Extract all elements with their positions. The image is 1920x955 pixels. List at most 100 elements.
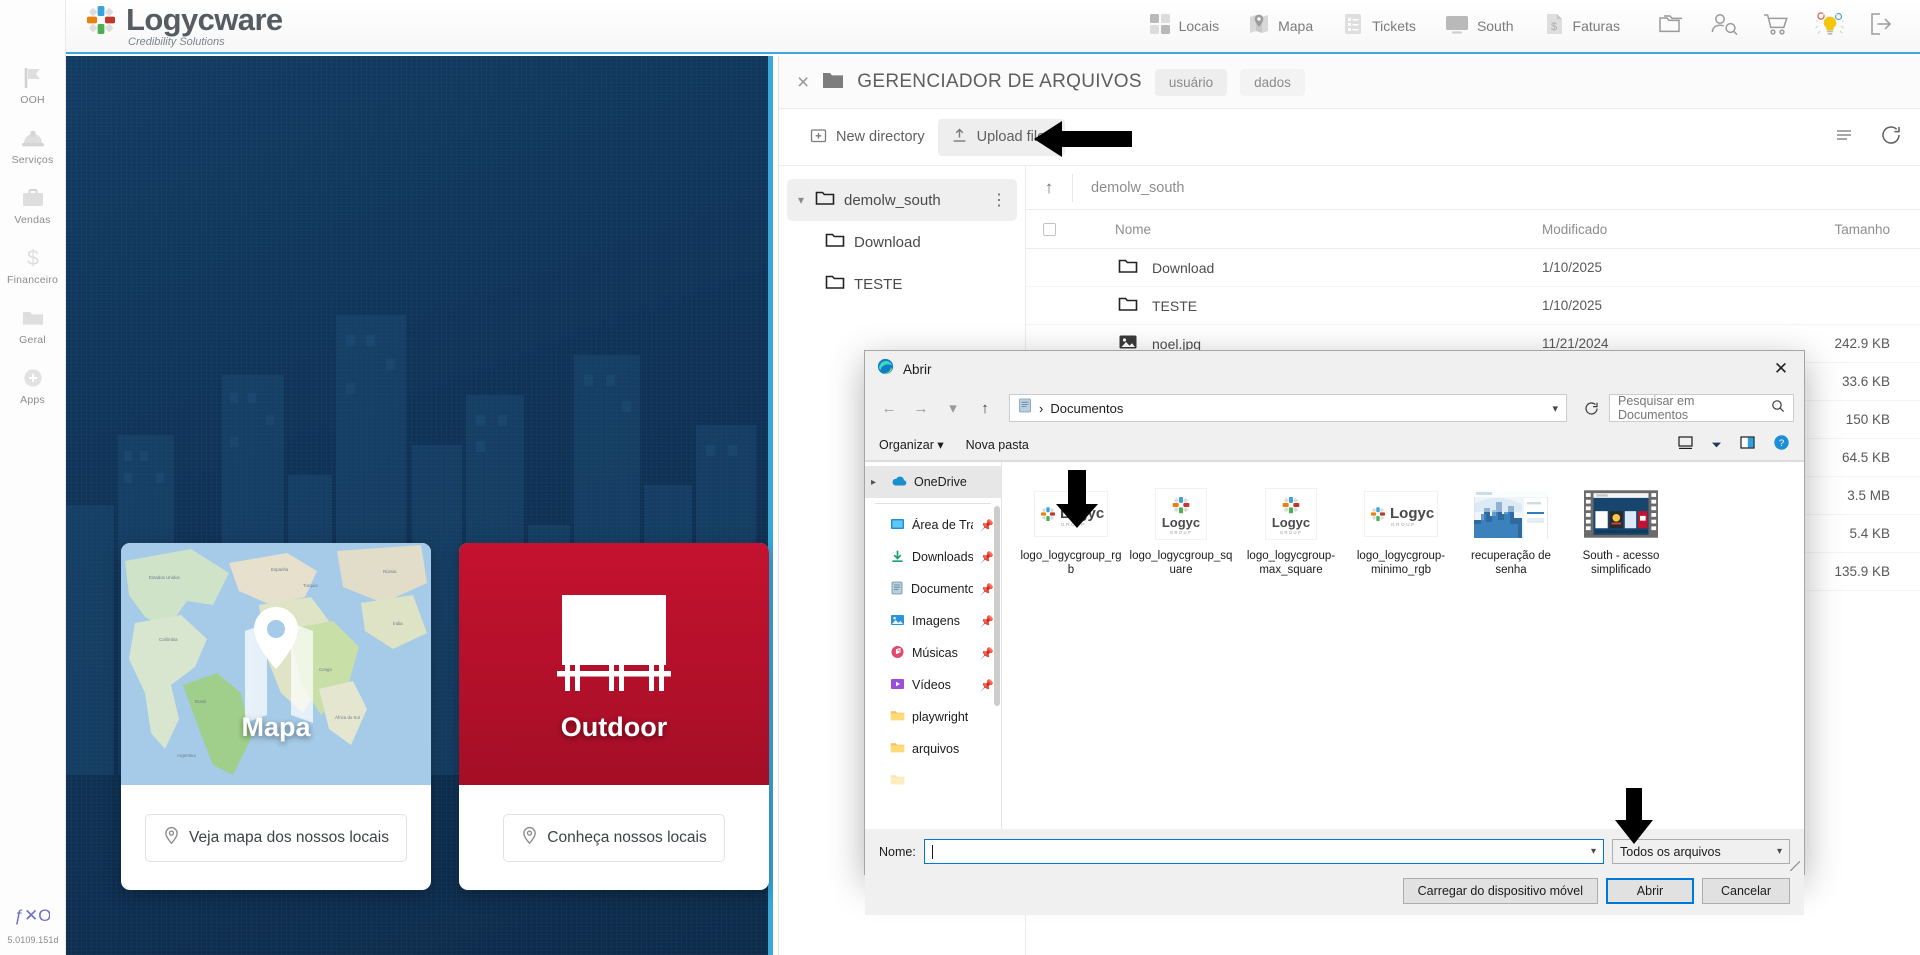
new-directory-button[interactable]: New directory [797, 119, 938, 156]
sidebar-item-servicos[interactable]: Serviços [0, 115, 66, 175]
help-icon[interactable]: ? [1773, 434, 1790, 456]
file-tile-logo-square[interactable]: Logyc GROUP logo_logycgroup_square [1126, 480, 1236, 584]
more-options-icon[interactable]: ⋮ [991, 190, 1007, 210]
download-arrow-icon [890, 549, 905, 566]
sidebar-item-geral[interactable]: Geral [0, 295, 66, 355]
preview-pane-icon[interactable] [1739, 435, 1756, 455]
fxo-logo-icon: ƒ✕Ο [15, 903, 52, 932]
nav-item-locais[interactable]: Locais [1134, 1, 1233, 51]
svg-text:GROUP: GROUP [1280, 530, 1302, 535]
parent-directory-icon[interactable]: ↑ [1026, 178, 1072, 198]
chevron-down-icon[interactable] [1711, 436, 1722, 454]
select-all-checkbox[interactable] [1026, 222, 1072, 236]
mobile-upload-button[interactable]: Carregar do dispositivo móvel [1402, 878, 1598, 904]
refresh-icon[interactable] [1880, 124, 1902, 151]
dialog-command-bar: Organizar ▾ Nova pasta ? [865, 429, 1804, 461]
column-header-name[interactable]: Nome [1072, 222, 1542, 237]
svg-text:Índia: Índia [393, 621, 403, 626]
file-tile-south-acesso[interactable]: South - acesso simplificado [1566, 480, 1676, 584]
search-input[interactable]: Pesquisar em Documentos [1609, 394, 1794, 422]
places-item-partial[interactable] [865, 765, 1001, 797]
text-cursor [931, 844, 933, 859]
top-nav-items: Locais Mapa Tickets South $ Faturas [1134, 1, 1920, 51]
file-tile-recuperacao-senha[interactable]: recuperação de senha [1456, 480, 1566, 584]
shopping-cart-icon[interactable] [1762, 11, 1792, 42]
up-one-level-button[interactable]: ↑ [971, 394, 999, 422]
resize-grip[interactable] [1790, 861, 1800, 871]
file-modified-cell: 1/10/2025 [1542, 260, 1603, 275]
onedrive-cloud-icon [891, 475, 907, 490]
svg-text:GROUP: GROUP [1391, 522, 1416, 527]
sidebar-scrollbar[interactable] [994, 506, 1000, 706]
file-tile-label: logo_logycgroup_rgb [1020, 550, 1122, 577]
card-mapa[interactable]: Estados Unidos Colômbia Brasil Argentina E… [121, 543, 431, 890]
card-cta-outdoor[interactable]: Conheça nossos locais [503, 813, 725, 862]
cancel-button[interactable]: Cancelar [1702, 878, 1790, 904]
list-view-icon[interactable] [1834, 125, 1854, 150]
lightbulb-ideas-icon[interactable] [1814, 10, 1846, 43]
forward-button[interactable]: → [907, 394, 935, 422]
tree-node-teste[interactable]: TESTE [779, 263, 1025, 305]
nav-item-tickets[interactable]: Tickets [1327, 1, 1430, 51]
chevron-down-icon[interactable]: ▾ [1591, 846, 1596, 857]
recent-locations-button[interactable]: ▾ [939, 394, 967, 422]
card-outdoor[interactable]: Outdoor Conheça nossos locais [459, 543, 769, 890]
back-button[interactable]: ← [875, 394, 903, 422]
places-item-desktop[interactable]: Área de Traba 📌 [865, 509, 1001, 541]
map-pin-outline-icon [163, 826, 180, 850]
brand-logo[interactable]: Logycware Credibility Solutions [66, 4, 283, 48]
view-layout-icon[interactable] [1677, 435, 1694, 455]
sidebar-item-ooh[interactable]: OOH [0, 55, 66, 115]
folders-icon[interactable] [1658, 11, 1688, 42]
open-button[interactable]: Abrir [1606, 878, 1694, 904]
nav-item-south[interactable]: South [1430, 1, 1528, 51]
places-item-imagens[interactable]: Imagens 📌 [865, 605, 1001, 637]
tree-node-download[interactable]: Download [779, 221, 1025, 263]
arrow-first-file [1053, 468, 1101, 535]
places-item-videos[interactable]: Vídeos 📌 [865, 669, 1001, 701]
column-header-size[interactable]: Tamanho [1742, 222, 1920, 237]
arrow-open-button [1612, 786, 1656, 851]
file-tile-logo-minimo-rgb[interactable]: Logyc GROUP logo_logycgroup-minimo_rgb [1346, 480, 1456, 584]
close-icon[interactable]: ✕ [1758, 351, 1804, 387]
organize-button[interactable]: Organizar ▾ [879, 437, 944, 452]
places-item-label: Documentos [911, 582, 973, 596]
logout-icon[interactable] [1868, 11, 1898, 42]
brand-name: Logycware [126, 2, 283, 37]
places-item-playwright[interactable]: playwright [865, 701, 1001, 733]
file-tile-logo-max-square[interactable]: Logyc GROUP logo_logycgroup-max_square [1236, 480, 1346, 584]
sidebar-item-financeiro[interactable]: $ Financeiro [0, 235, 66, 295]
places-item-onedrive[interactable]: ▸ OneDrive [865, 466, 1001, 498]
sidebar-item-apps[interactable]: Apps [0, 355, 66, 415]
user-search-icon[interactable] [1710, 11, 1740, 42]
places-item-musicas[interactable]: Músicas 📌 [865, 637, 1001, 669]
checklist-icon [1341, 12, 1365, 41]
new-folder-button[interactable]: Nova pasta [966, 438, 1029, 452]
sidebar-item-vendas[interactable]: Vendas [0, 175, 66, 235]
table-row[interactable]: Download 1/10/2025 [1026, 249, 1920, 287]
address-crumb[interactable]: Documentos [1050, 401, 1123, 416]
table-row[interactable]: TESTE 1/10/2025 [1026, 287, 1920, 325]
nav-item-faturas[interactable]: $ Faturas [1528, 1, 1634, 51]
chevron-down-icon[interactable]: ▾ [1552, 402, 1558, 415]
card-cta-mapa[interactable]: Veja mapa dos nossos locais [145, 813, 407, 862]
feature-cards: Estados Unidos Colômbia Brasil Argentina E… [121, 543, 769, 890]
card-title: Mapa [241, 712, 311, 742]
address-bar[interactable]: › Documentos ▾ [1009, 394, 1567, 422]
chevron-right-icon[interactable]: ▸ [871, 477, 884, 488]
sidebar-item-label: Apps [20, 394, 45, 406]
chevron-down-icon[interactable]: ▾ [787, 193, 815, 207]
filename-input[interactable]: ▾ [923, 839, 1604, 864]
svg-text:Espanha: Espanha [271, 567, 289, 572]
places-item-downloads[interactable]: Downloads 📌 [865, 541, 1001, 573]
column-header-modified[interactable]: Modificado [1542, 222, 1742, 237]
places-item-arquivos[interactable]: arquivos [865, 733, 1001, 765]
nav-item-mapa[interactable]: Mapa [1233, 1, 1327, 51]
close-icon[interactable]: × [797, 72, 809, 93]
refresh-icon[interactable] [1577, 394, 1605, 422]
dialog-file-grid: Logyc GROUP logo_logycgroup_rgb [1002, 462, 1804, 829]
tab-usuario[interactable]: usuário [1154, 68, 1228, 96]
tab-dados[interactable]: dados [1240, 68, 1305, 96]
places-item-documentos[interactable]: Documentos 📌 [865, 573, 1001, 605]
tree-node-demolw-south[interactable]: ▾ demolw_south ⋮ [787, 179, 1017, 221]
